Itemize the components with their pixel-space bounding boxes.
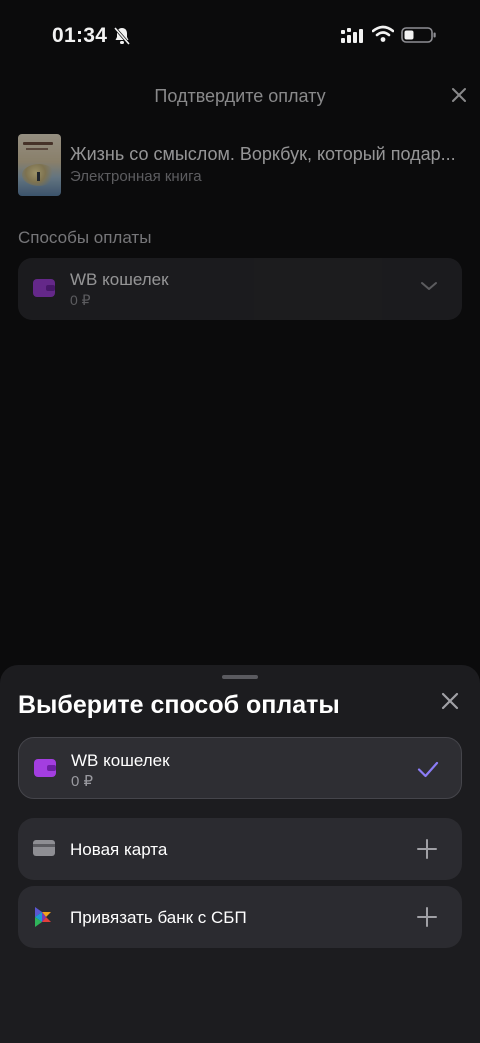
payment-method-selector[interactable]: WB кошелек 0 ₽ [18,258,462,320]
payment-option-sbp-bank[interactable]: Привязать банк с СБП [18,886,462,948]
wallet-icon [33,279,55,297]
option-name: WB кошелек [71,751,170,770]
checkmark-icon [417,761,439,778]
payment-option-wb-wallet[interactable]: WB кошелек 0 ₽ [18,737,462,799]
option-balance: 0 ₽ [71,773,94,790]
screen: 01:34 Подтвердите оплату Жизнь со смысло… [0,0,480,1043]
sheet-title: Выберите способ оплаты [18,691,340,719]
payment-option-new-card[interactable]: Новая карта [18,818,462,880]
plus-icon[interactable] [415,905,439,929]
page-title: Подтвердите оплату [154,86,326,106]
wallet-icon [34,759,56,777]
close-icon[interactable] [438,689,462,713]
wifi-icon [372,25,394,42]
book-cover-image [18,134,61,196]
payment-method-name: WB кошелек [70,270,169,289]
option-name: Новая карта [70,840,168,859]
bell-muted-icon [113,27,131,45]
payment-confirmation-page: Подтвердите оплату Жизнь со смыслом. Вор… [0,70,480,670]
close-icon[interactable] [448,84,470,106]
status-bar: 01:34 [0,0,480,70]
option-name: Привязать банк с СБП [70,908,247,927]
status-time: 01:34 [52,24,108,47]
sheet-grabber[interactable] [222,675,258,679]
plus-icon[interactable] [415,837,439,861]
sbp-logo-icon [35,907,51,927]
cellular-signal-icon [341,28,363,43]
payment-method-balance: 0 ₽ [70,292,91,308]
book-type: Электронная книга [70,168,202,185]
book-title: Жизнь со смыслом. Воркбук, который подар… [70,144,456,164]
payment-methods-heading: Способы оплаты [18,228,152,247]
payment-method-sheet: Выберите способ оплаты WB кошелек 0 ₽ Но… [0,665,480,1043]
chevron-down-icon [421,282,437,290]
battery-icon [401,27,436,43]
card-icon [33,840,55,856]
